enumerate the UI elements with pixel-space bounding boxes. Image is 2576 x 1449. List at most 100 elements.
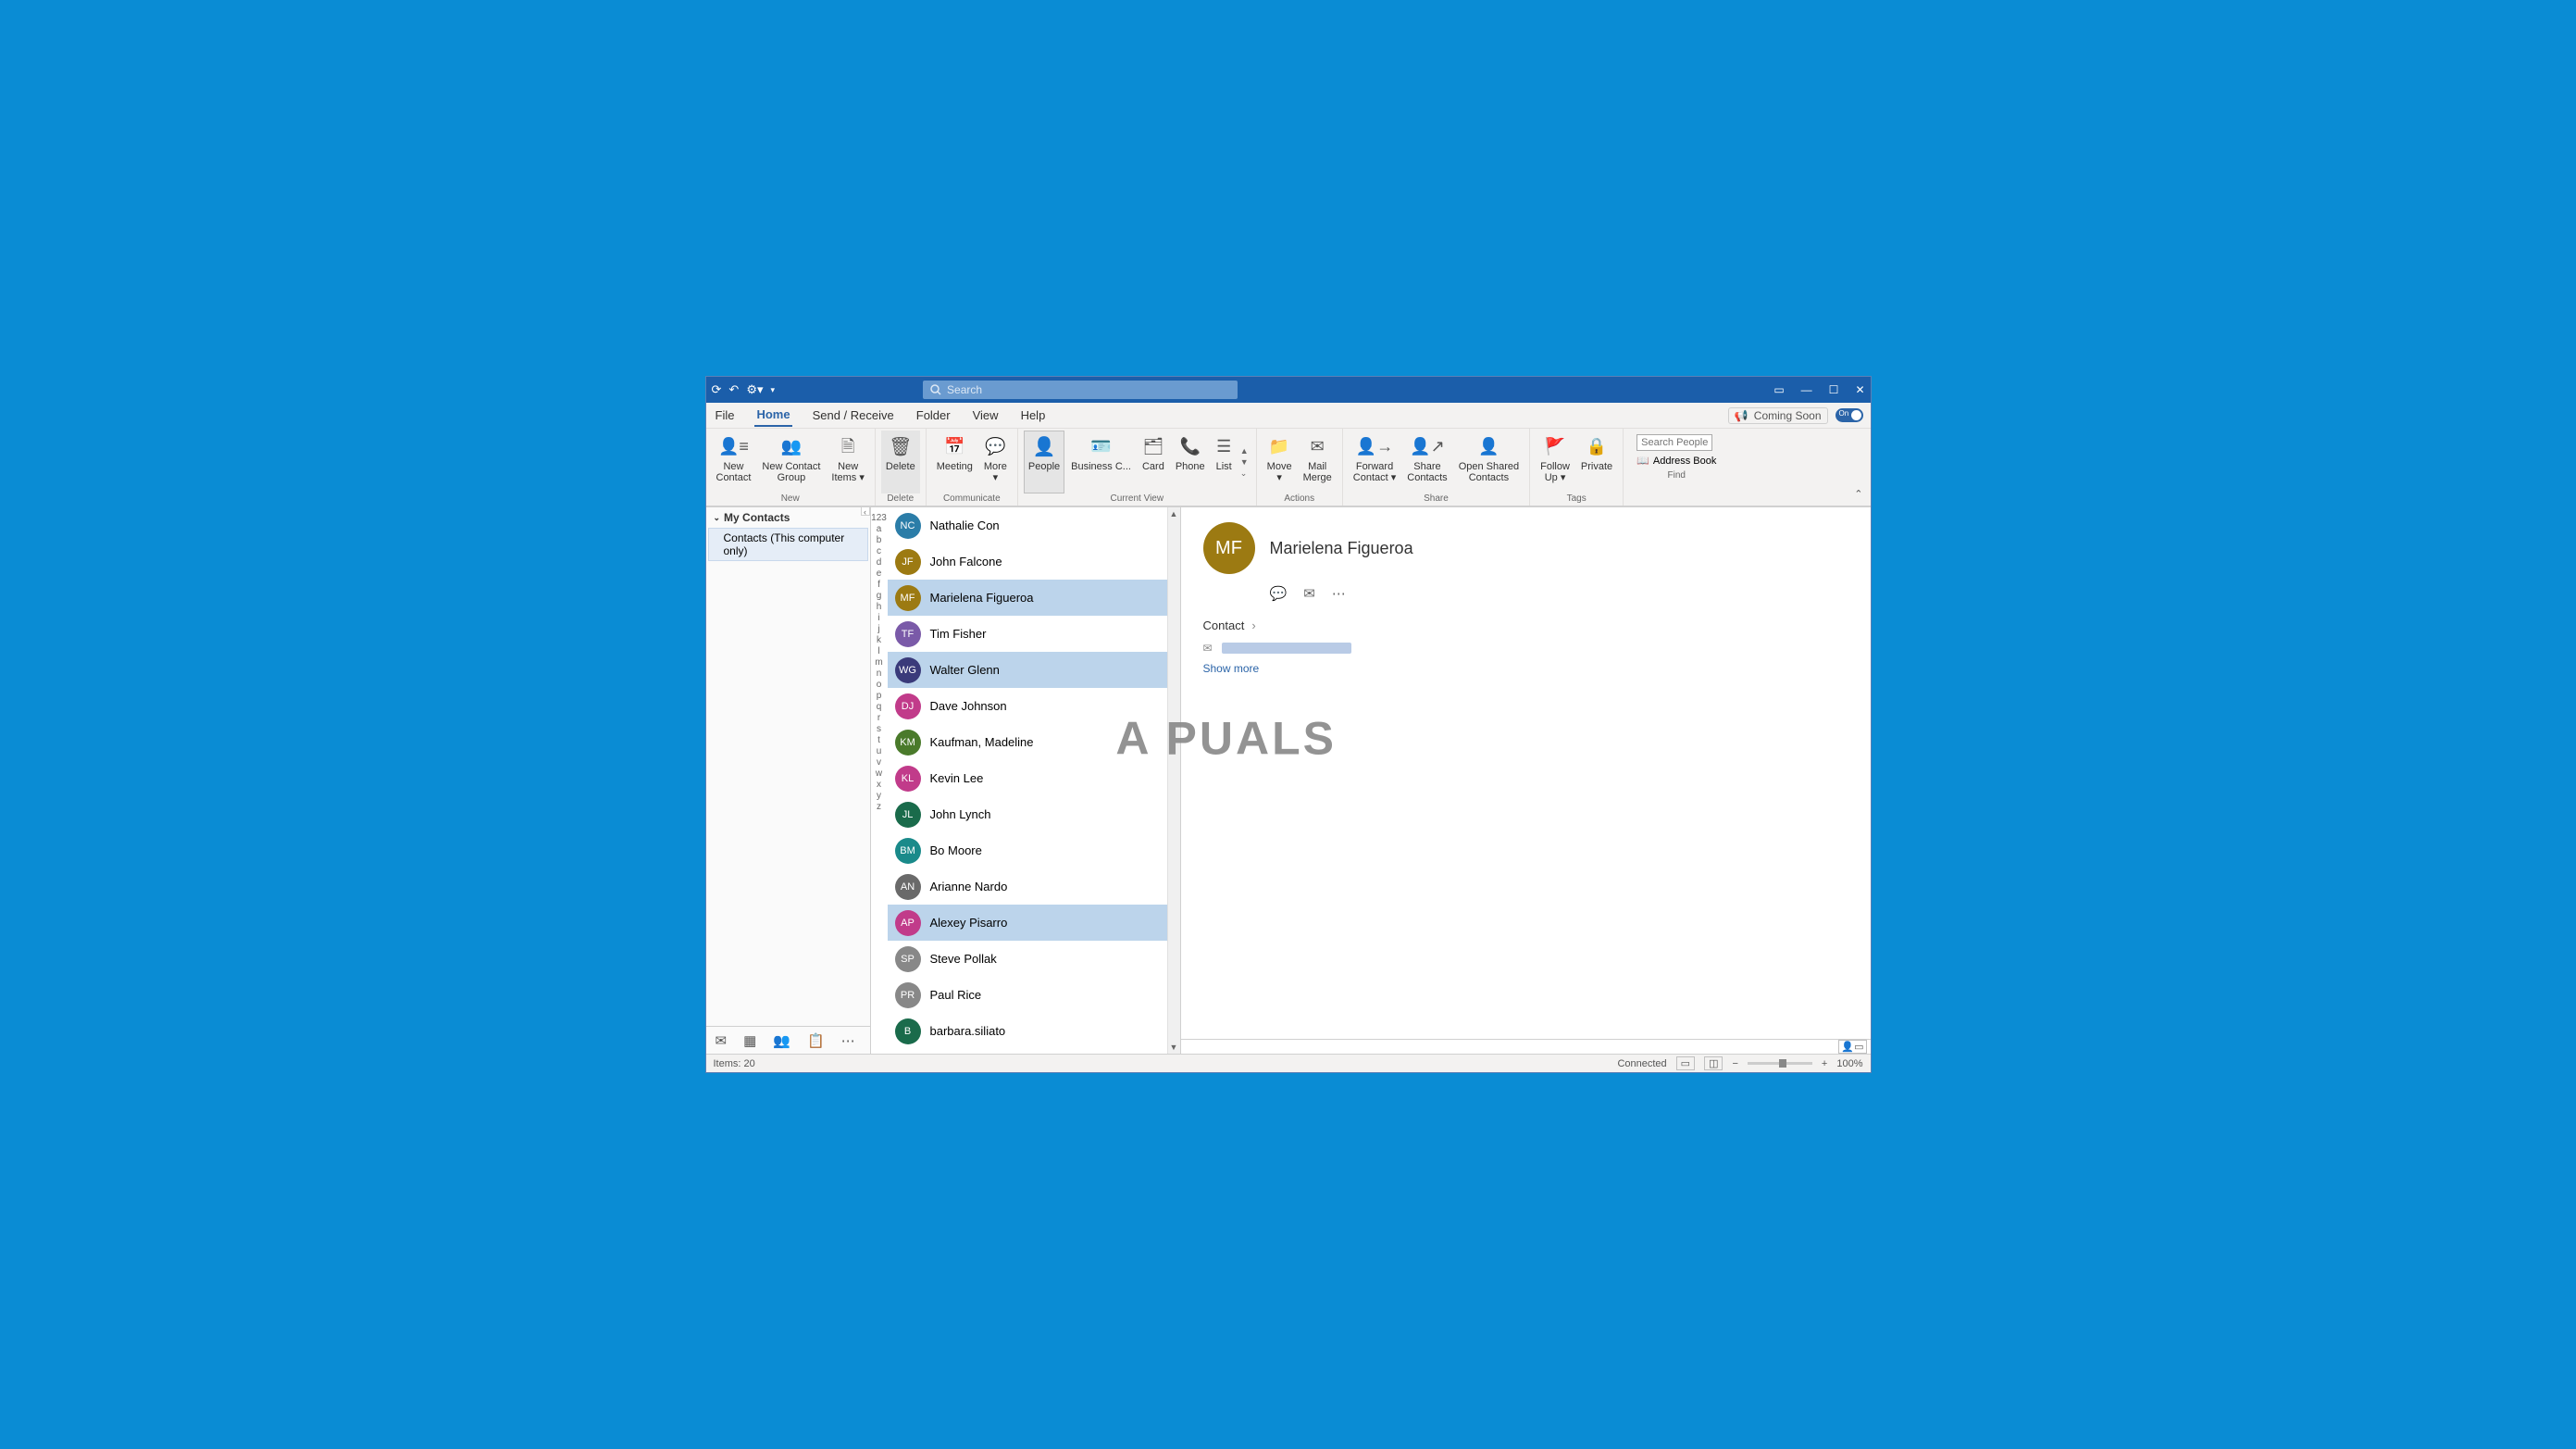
az-i[interactable]: i bbox=[877, 613, 879, 623]
meeting-button[interactable]: 📅Meeting bbox=[932, 431, 977, 493]
gallery-down-icon[interactable]: ▼ bbox=[1240, 457, 1249, 467]
forward-contact-button[interactable]: 👤→Forward Contact ▾ bbox=[1349, 431, 1401, 493]
gallery-up-icon[interactable]: ▲ bbox=[1240, 446, 1249, 456]
az-z[interactable]: z bbox=[877, 802, 881, 812]
az-t[interactable]: t bbox=[877, 735, 880, 745]
az-e[interactable]: e bbox=[877, 568, 882, 579]
az-k[interactable]: k bbox=[877, 635, 881, 645]
contact-row[interactable]: TFTim Fisher bbox=[888, 616, 1167, 652]
az-q[interactable]: q bbox=[877, 702, 882, 712]
contact-row[interactable]: MFMarielena Figueroa bbox=[888, 580, 1167, 616]
nav-more-icon[interactable]: ⋯ bbox=[841, 1032, 855, 1049]
qat-chevron-down-icon[interactable]: ▾ bbox=[771, 385, 776, 395]
customize-qat-icon[interactable]: ⚙▾ bbox=[746, 382, 763, 397]
new-contact-button[interactable]: 👤≡New Contact bbox=[712, 431, 756, 493]
collapse-ribbon-icon[interactable]: ⌃ bbox=[1854, 489, 1862, 500]
view-normal-icon[interactable]: ▭ bbox=[1676, 1056, 1695, 1070]
search-people-input[interactable] bbox=[1636, 434, 1712, 451]
delete-button[interactable]: 🗑Delete bbox=[881, 431, 920, 493]
az-o[interactable]: o bbox=[877, 680, 882, 690]
az-g[interactable]: g bbox=[877, 591, 882, 601]
zoom-slider[interactable] bbox=[1748, 1062, 1812, 1065]
tab-file[interactable]: File bbox=[714, 405, 737, 426]
contact-row[interactable]: APAlexey Pisarro bbox=[888, 905, 1167, 941]
az-p[interactable]: p bbox=[877, 691, 882, 701]
az-x[interactable]: x bbox=[877, 780, 881, 790]
more-actions-icon[interactable]: ⋯ bbox=[1332, 585, 1346, 602]
contact-row[interactable]: SPSteve Pollak bbox=[888, 941, 1167, 977]
new-contact-group-button[interactable]: 👥New Contact Group bbox=[757, 431, 825, 493]
collapse-folder-pane-icon[interactable]: ‹ bbox=[861, 506, 870, 516]
zoom-in-icon[interactable]: + bbox=[1822, 1058, 1827, 1069]
az-v[interactable]: v bbox=[877, 757, 881, 768]
list-view-button[interactable]: ☰List bbox=[1212, 431, 1237, 493]
contact-row[interactable]: DJDave Johnson bbox=[888, 688, 1167, 724]
chat-icon[interactable]: 💬 bbox=[1270, 585, 1288, 602]
undo-icon[interactable]: ↶ bbox=[728, 382, 739, 397]
az-123[interactable]: 123 bbox=[871, 513, 887, 523]
az-r[interactable]: r bbox=[877, 713, 880, 723]
tab-folder[interactable]: Folder bbox=[915, 405, 952, 426]
tab-home[interactable]: Home bbox=[754, 404, 791, 427]
coming-soon-button[interactable]: 📢 Coming Soon bbox=[1728, 407, 1828, 424]
az-w[interactable]: w bbox=[876, 768, 882, 779]
nav-calendar-icon[interactable]: ▦ bbox=[743, 1032, 756, 1049]
az-c[interactable]: c bbox=[877, 546, 881, 556]
az-h[interactable]: h bbox=[877, 602, 882, 612]
az-f[interactable]: f bbox=[877, 580, 880, 590]
az-j[interactable]: j bbox=[877, 624, 879, 634]
minimize-button[interactable]: — bbox=[1801, 383, 1812, 396]
follow-up-button[interactable]: 🚩Follow Up ▾ bbox=[1536, 431, 1574, 493]
list-scrollbar[interactable]: ▲ ▼ bbox=[1167, 507, 1180, 1054]
nav-tasks-icon[interactable]: 📋 bbox=[807, 1032, 825, 1049]
card-view-button[interactable]: 🗂Card bbox=[1138, 431, 1169, 493]
contacts-folder[interactable]: Contacts (This computer only) bbox=[708, 528, 868, 561]
global-search[interactable]: Search bbox=[923, 381, 1238, 399]
scroll-down-icon[interactable]: ▼ bbox=[1170, 1043, 1178, 1052]
private-button[interactable]: 🔒Private bbox=[1576, 431, 1617, 493]
contact-row[interactable]: ANArianne Nardo bbox=[888, 868, 1167, 905]
contact-row[interactable]: KLKevin Lee bbox=[888, 760, 1167, 796]
tab-send-receive[interactable]: Send / Receive bbox=[811, 405, 896, 426]
coming-soon-toggle[interactable]: On bbox=[1836, 408, 1863, 422]
contact-email-row[interactable]: ✉ bbox=[1203, 642, 1848, 655]
ribbon-display-icon[interactable]: ▭ bbox=[1773, 383, 1784, 396]
my-contacts-heading[interactable]: ⌄My Contacts bbox=[706, 507, 870, 528]
gallery-more-icon[interactable]: ⌄ bbox=[1240, 468, 1249, 479]
contact-row[interactable]: PRPaul Rice bbox=[888, 977, 1167, 1013]
az-l[interactable]: l bbox=[877, 646, 879, 656]
az-b[interactable]: b bbox=[877, 535, 882, 545]
contact-row[interactable]: KMKaufman, Madeline bbox=[888, 724, 1167, 760]
contact-row[interactable]: WGWalter Glenn bbox=[888, 652, 1167, 688]
contact-row[interactable]: JFJohn Falcone bbox=[888, 543, 1167, 580]
open-shared-contacts-button[interactable]: 👤Open Shared Contacts bbox=[1454, 431, 1524, 493]
az-y[interactable]: y bbox=[877, 791, 881, 801]
contact-row[interactable]: BMBo Moore bbox=[888, 832, 1167, 868]
move-button[interactable]: 📁Move ▾ bbox=[1263, 431, 1297, 493]
contact-section-header[interactable]: Contact › bbox=[1203, 618, 1848, 632]
sync-icon[interactable]: ⟳ bbox=[712, 382, 722, 397]
contact-row[interactable]: JLJohn Lynch bbox=[888, 796, 1167, 832]
people-pane-toggle-icon[interactable]: 👤▭ bbox=[1838, 1040, 1866, 1054]
address-book-button[interactable]: 📖Address Book bbox=[1636, 455, 1716, 467]
show-more-link[interactable]: Show more bbox=[1203, 662, 1848, 675]
contact-row[interactable]: NCNathalie Con bbox=[888, 507, 1167, 543]
az-s[interactable]: s bbox=[877, 724, 881, 734]
nav-people-icon[interactable]: 👥 bbox=[773, 1032, 790, 1049]
az-u[interactable]: u bbox=[877, 746, 882, 756]
new-items-button[interactable]: 🗎New Items ▾ bbox=[827, 431, 868, 493]
business-card-view-button[interactable]: 🪪Business C... bbox=[1066, 431, 1136, 493]
tab-view[interactable]: View bbox=[971, 405, 1001, 426]
phone-view-button[interactable]: 📞Phone bbox=[1171, 431, 1210, 493]
people-view-button[interactable]: 👤People bbox=[1024, 431, 1064, 493]
share-contacts-button[interactable]: 👤↗Share Contacts bbox=[1402, 431, 1451, 493]
close-button[interactable]: ✕ bbox=[1855, 383, 1864, 396]
az-m[interactable]: m bbox=[875, 657, 882, 668]
tab-help[interactable]: Help bbox=[1019, 405, 1048, 426]
nav-mail-icon[interactable]: ✉ bbox=[716, 1032, 728, 1049]
contact-row[interactable]: Bbarbara.siliato bbox=[888, 1013, 1167, 1049]
az-n[interactable]: n bbox=[877, 668, 882, 679]
view-reading-icon[interactable]: ◫ bbox=[1704, 1056, 1723, 1070]
mail-icon[interactable]: ✉ bbox=[1303, 585, 1315, 602]
mail-merge-button[interactable]: ✉Mail Merge bbox=[1299, 431, 1337, 493]
